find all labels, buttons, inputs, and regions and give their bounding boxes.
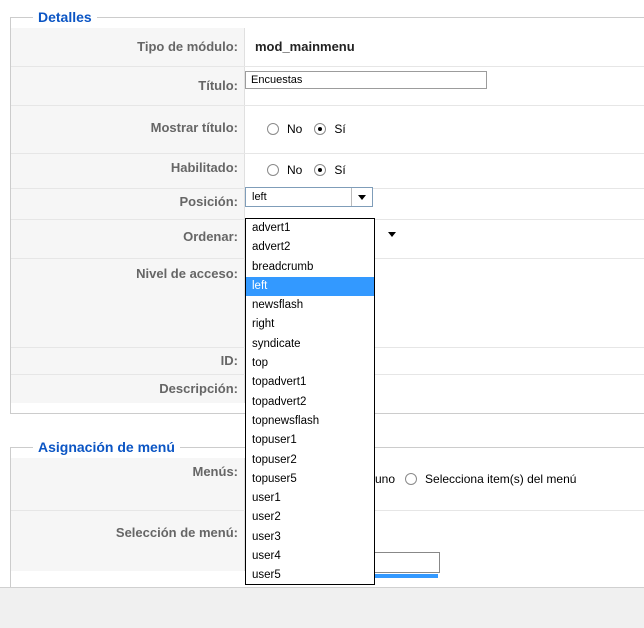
details-legend: Detalles (33, 9, 97, 25)
menus-select-items-radio[interactable] (405, 473, 418, 485)
position-select-value: left (252, 191, 267, 203)
menu-assignment-legend: Asignación de menú (33, 439, 180, 455)
title-input[interactable] (245, 71, 487, 89)
row-enabled: Habilitado: No Sí (11, 154, 644, 189)
position-select[interactable]: left (245, 187, 373, 207)
dropdown-option-left[interactable]: left (246, 276, 374, 297)
title-label: Título: (198, 78, 238, 93)
module-type-label: Tipo de módulo: (137, 39, 238, 54)
menus-select-items-label: Selecciona item(s) del menú (425, 472, 577, 486)
enabled-label: Habilitado: (170, 160, 238, 175)
enabled-yes-radio[interactable] (314, 164, 327, 176)
enabled-no-radio[interactable] (267, 164, 279, 176)
row-show-title: Mostrar título: No Sí (11, 106, 644, 154)
show-title-yes-radio[interactable] (314, 123, 327, 135)
access-label: Nivel de acceso: (136, 266, 238, 281)
menu-selection-highlight (372, 574, 438, 578)
show-title-label: Mostrar título: (150, 120, 238, 135)
position-label: Posición: (179, 194, 238, 209)
dropdown-option-user4[interactable]: user4 (246, 547, 374, 566)
menu-selection-list[interactable] (372, 552, 440, 573)
footer-bar (0, 587, 644, 628)
menu-selection-label: Selección de menú: (115, 525, 238, 540)
dropdown-option-advert2[interactable]: advert2 (246, 238, 374, 257)
row-module-type: Tipo de módulo: mod_mainmenu (11, 28, 644, 67)
show-title-yes-label: Sí (334, 122, 346, 136)
enabled-no-label: No (287, 163, 303, 177)
position-dropdown-options: advert1 advert2 breadcrumb left newsflash rig… (246, 219, 374, 586)
dropdown-option-user1[interactable]: user1 (246, 489, 374, 508)
id-label: ID: (220, 353, 238, 368)
enabled-yes-label: Sí (334, 163, 346, 177)
dropdown-option-topnewsflash[interactable]: topnewsflash (246, 412, 374, 431)
position-dropdown[interactable]: advert1 advert2 breadcrumb left newsflash rig… (245, 218, 375, 585)
dropdown-option-topadvert2[interactable]: topadvert2 (246, 393, 374, 412)
dropdown-option-topuser1[interactable]: topuser1 (246, 431, 374, 450)
show-title-no-label: No (287, 122, 303, 136)
dropdown-option-syndicate[interactable]: syndicate (246, 335, 374, 354)
order-select-button[interactable] (382, 225, 402, 245)
dropdown-option-topadvert1[interactable]: topadvert1 (246, 373, 374, 392)
dropdown-option-user5[interactable]: user5 (246, 566, 374, 585)
dropdown-option-right[interactable]: right (246, 315, 374, 334)
dropdown-option-top[interactable]: top (246, 354, 374, 373)
position-select-button[interactable] (351, 188, 372, 206)
chevron-down-icon (358, 195, 366, 200)
description-label: Descripción: (159, 381, 238, 396)
dropdown-option-breadcrumb[interactable]: breadcrumb (246, 258, 374, 277)
dropdown-option-newsflash[interactable]: newsflash (246, 296, 374, 315)
module-type-value: mod_mainmenu (255, 39, 355, 54)
menus-label: Menús: (192, 464, 239, 479)
show-title-no-radio[interactable] (267, 123, 279, 135)
dropdown-option-topuser2[interactable]: topuser2 (246, 451, 374, 470)
order-label: Ordenar: (183, 229, 238, 244)
dropdown-option-advert1[interactable]: advert1 (246, 219, 374, 238)
dropdown-option-topuser5[interactable]: topuser5 (246, 470, 374, 489)
menus-option-partial-label: uno (375, 472, 396, 486)
chevron-down-icon (388, 232, 396, 237)
dropdown-option-user2[interactable]: user2 (246, 508, 374, 527)
dropdown-option-user3[interactable]: user3 (246, 528, 374, 547)
